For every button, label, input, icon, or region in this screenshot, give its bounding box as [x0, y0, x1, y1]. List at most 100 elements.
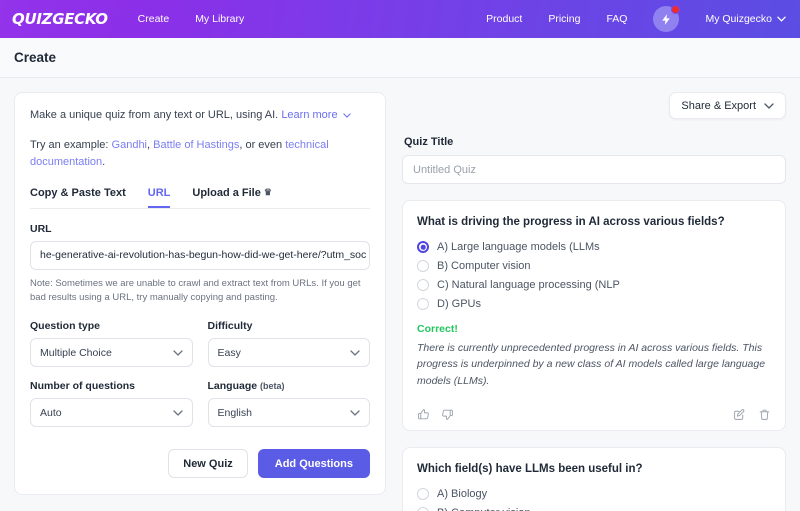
answer-option[interactable]: A) Biology — [417, 487, 771, 500]
page-title-bar: Create — [0, 38, 800, 78]
example-separator: , — [147, 138, 151, 151]
create-quiz-card: Make a unique quiz from any text or URL,… — [14, 92, 386, 496]
radio-button-selected[interactable] — [417, 241, 429, 254]
tab-upload-a-file-label: Upload a File — [192, 186, 261, 199]
language-select[interactable]: English — [207, 398, 370, 428]
intro-blurb-text: Make a unique quiz from any text or URL,… — [30, 109, 279, 121]
tab-url[interactable]: URL — [147, 186, 171, 208]
answer-option[interactable]: C) Natural language processing (NLP — [417, 279, 771, 292]
edit-icon[interactable] — [733, 408, 746, 421]
question-type-select[interactable]: Multiple Choice — [30, 338, 193, 368]
top-navigation-bar: QUIZGECKO Create My Library Product Pric… — [0, 0, 800, 38]
number-of-questions-label: Number of questions — [30, 380, 136, 393]
chevron-down-icon — [350, 349, 360, 356]
question-actions — [417, 400, 771, 430]
answer-option[interactable]: B) Computer vision — [417, 506, 771, 511]
quizgecko-logo[interactable]: QUIZGECKO — [12, 10, 108, 28]
tab-url-label: URL — [147, 186, 171, 199]
question-type-group: Question type Multiple Choice — [30, 320, 193, 368]
answer-options: A) Biology B) Computer vision — [417, 487, 771, 511]
number-of-questions-value: Auto — [40, 406, 62, 419]
radio-button[interactable] — [417, 487, 429, 500]
chevron-down-icon — [172, 409, 183, 416]
question-card: Which field(s) have LLMs been useful in?… — [402, 446, 786, 511]
page-title: Create — [14, 50, 57, 65]
nav-link-pricing[interactable]: Pricing — [548, 13, 580, 25]
add-questions-button[interactable]: Add Questions — [257, 449, 370, 479]
learn-more-link[interactable]: Learn more — [281, 109, 337, 121]
language-beta-tag: (beta) — [260, 381, 285, 392]
example-middle-text: , or even — [239, 138, 286, 151]
number-of-questions-select[interactable]: Auto — [30, 398, 193, 428]
url-note: Note: Sometimes we are unable to crawl a… — [30, 277, 361, 303]
account-menu-label: My Quizgecko — [705, 13, 772, 25]
url-input[interactable]: he-generative-ai-revolution-has-begun-ho… — [30, 240, 370, 270]
chevron-down-icon — [764, 102, 774, 109]
question-type-label: Question type — [30, 320, 101, 333]
question-type-value: Multiple Choice — [40, 346, 112, 359]
try-example-prefix: Try an example: — [30, 138, 109, 151]
chevron-down-icon — [172, 349, 183, 356]
account-menu[interactable]: My Quizgecko — [705, 13, 786, 25]
difficulty-select[interactable]: Easy — [207, 338, 370, 368]
notification-badge — [671, 5, 681, 14]
new-quiz-button[interactable]: New Quiz — [168, 449, 248, 479]
difficulty-label: Difficulty — [207, 320, 253, 333]
answer-result-label: Correct! — [417, 323, 458, 336]
edit-actions — [733, 408, 771, 421]
answer-explanation: There is currently unprecedented progres… — [417, 342, 766, 387]
number-of-questions-group: Number of questions Auto — [30, 380, 193, 428]
answer-option-label: C) Natural language processing (NLP — [437, 279, 620, 292]
quiz-preview-column: Share & Export Quiz Title Untitled Quiz … — [402, 92, 786, 511]
example-link-battle-of-hastings[interactable]: Battle of Hastings — [153, 139, 239, 151]
question-card: What is driving the progress in AI acros… — [402, 200, 786, 431]
delete-icon[interactable] — [758, 408, 771, 421]
example-links-row: Try an example: Gandhi, Battle of Hastin… — [30, 137, 370, 171]
main-content: Make a unique quiz from any text or URL,… — [0, 78, 800, 511]
radio-button[interactable] — [417, 506, 429, 511]
tab-upload-a-file[interactable]: Upload a File ♛ — [192, 187, 272, 208]
language-label: Language (beta) — [208, 380, 371, 392]
nav-link-faq[interactable]: FAQ — [606, 13, 627, 25]
answer-option-label: A) Large language models (LLMs — [437, 241, 600, 254]
secondary-nav-links: Product Pricing FAQ My Quizgecko — [486, 5, 786, 32]
example-link-gandhi[interactable]: Gandhi — [112, 139, 147, 151]
radio-button[interactable] — [417, 298, 429, 311]
chevron-down-icon — [342, 113, 351, 118]
nav-link-my-library[interactable]: My Library — [195, 13, 244, 25]
language-value: English — [217, 406, 252, 419]
question-text: What is driving the progress in AI acros… — [417, 216, 725, 228]
question-text: Which field(s) have LLMs been useful in? — [417, 462, 643, 475]
quiz-options-grid: Question type Multiple Choice Difficulty… — [30, 320, 371, 428]
radio-button[interactable] — [417, 279, 429, 292]
feedback-actions — [417, 408, 454, 421]
primary-nav-links: Create My Library — [138, 13, 245, 25]
intro-blurb: Make a unique quiz from any text or URL,… — [30, 107, 370, 124]
input-source-tabs: Copy & Paste Text URL Upload a File ♛ — [30, 187, 370, 209]
notifications-button[interactable] — [653, 5, 681, 32]
answer-option[interactable]: A) Large language models (LLMs — [417, 241, 771, 254]
answer-option[interactable]: D) GPUs — [417, 298, 771, 311]
language-label-text: Language — [207, 380, 258, 393]
difficulty-value: Easy — [217, 346, 241, 359]
share-export-button[interactable]: Share & Export — [669, 92, 786, 119]
answer-option[interactable]: B) Computer vision — [417, 260, 771, 273]
tab-copy-paste-text[interactable]: Copy & Paste Text — [30, 187, 126, 208]
answer-option-label: B) Computer vision — [437, 260, 531, 273]
nav-link-product[interactable]: Product — [486, 13, 522, 25]
answer-option-label: A) Biology — [437, 487, 488, 500]
quiz-title-input[interactable]: Untitled Quiz — [402, 155, 786, 184]
crown-icon: ♛ — [263, 187, 272, 198]
answer-option-label: D) GPUs — [437, 298, 481, 311]
create-column: Make a unique quiz from any text or URL,… — [14, 92, 386, 496]
share-export-label: Share & Export — [681, 99, 756, 112]
url-field-label: URL — [30, 222, 52, 235]
chevron-down-icon — [350, 409, 360, 416]
url-field-group: URL he-generative-ai-revolution-has-begu… — [30, 223, 370, 306]
answer-option-label: B) Computer vision — [437, 507, 531, 511]
thumbs-up-icon[interactable] — [417, 408, 430, 421]
radio-button[interactable] — [417, 260, 429, 273]
thumbs-down-icon[interactable] — [441, 408, 454, 421]
nav-link-create[interactable]: Create — [138, 13, 170, 25]
tab-copy-paste-text-label: Copy & Paste Text — [30, 186, 126, 199]
